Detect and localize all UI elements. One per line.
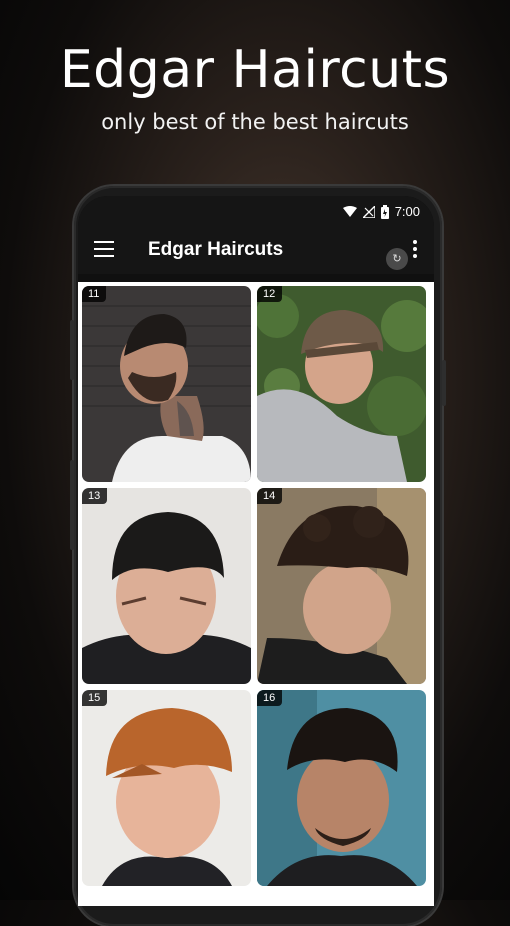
card-number: 13 xyxy=(82,488,108,504)
haircut-card[interactable]: 15 xyxy=(82,690,251,886)
card-number: 11 xyxy=(82,286,107,302)
card-number: 15 xyxy=(82,690,108,706)
promo-title: Edgar Haircuts xyxy=(59,40,451,100)
wifi-icon xyxy=(342,205,357,217)
phone-side-button xyxy=(442,360,446,406)
haircut-gallery: 11 12 13 14 15 16 xyxy=(78,282,434,906)
haircut-photo xyxy=(257,286,426,482)
phone-side-button xyxy=(70,320,74,380)
app-bar: Edgar Haircuts ↻ xyxy=(78,226,434,274)
promo-subtitle: only best of the best haircuts xyxy=(101,110,409,134)
haircut-photo xyxy=(257,488,426,684)
app-title: Edgar Haircuts xyxy=(148,239,284,260)
signal-icon xyxy=(362,205,375,218)
phone-side-button xyxy=(70,460,74,550)
haircut-card[interactable]: 12 xyxy=(257,286,426,482)
card-number: 16 xyxy=(257,690,283,706)
haircut-photo xyxy=(257,690,426,886)
status-bar: 7:00 xyxy=(78,196,434,226)
haircut-photo xyxy=(82,488,251,684)
haircut-card[interactable]: 13 xyxy=(82,488,251,684)
card-number: 12 xyxy=(257,286,283,302)
haircut-photo xyxy=(82,690,251,886)
app-screen: 7:00 Edgar Haircuts ↻ 11 12 13 14 15 16 xyxy=(78,196,434,906)
battery-icon xyxy=(380,204,389,219)
haircut-card[interactable]: 11 xyxy=(82,286,251,482)
more-vert-icon[interactable] xyxy=(410,240,420,260)
card-number: 14 xyxy=(257,488,283,504)
sync-badge-icon: ↻ xyxy=(386,248,408,270)
haircut-photo xyxy=(82,286,251,482)
haircut-card[interactable]: 16 xyxy=(257,690,426,886)
hamburger-menu-icon[interactable] xyxy=(94,241,114,257)
status-time: 7:00 xyxy=(394,204,420,219)
haircut-card[interactable]: 14 xyxy=(257,488,426,684)
